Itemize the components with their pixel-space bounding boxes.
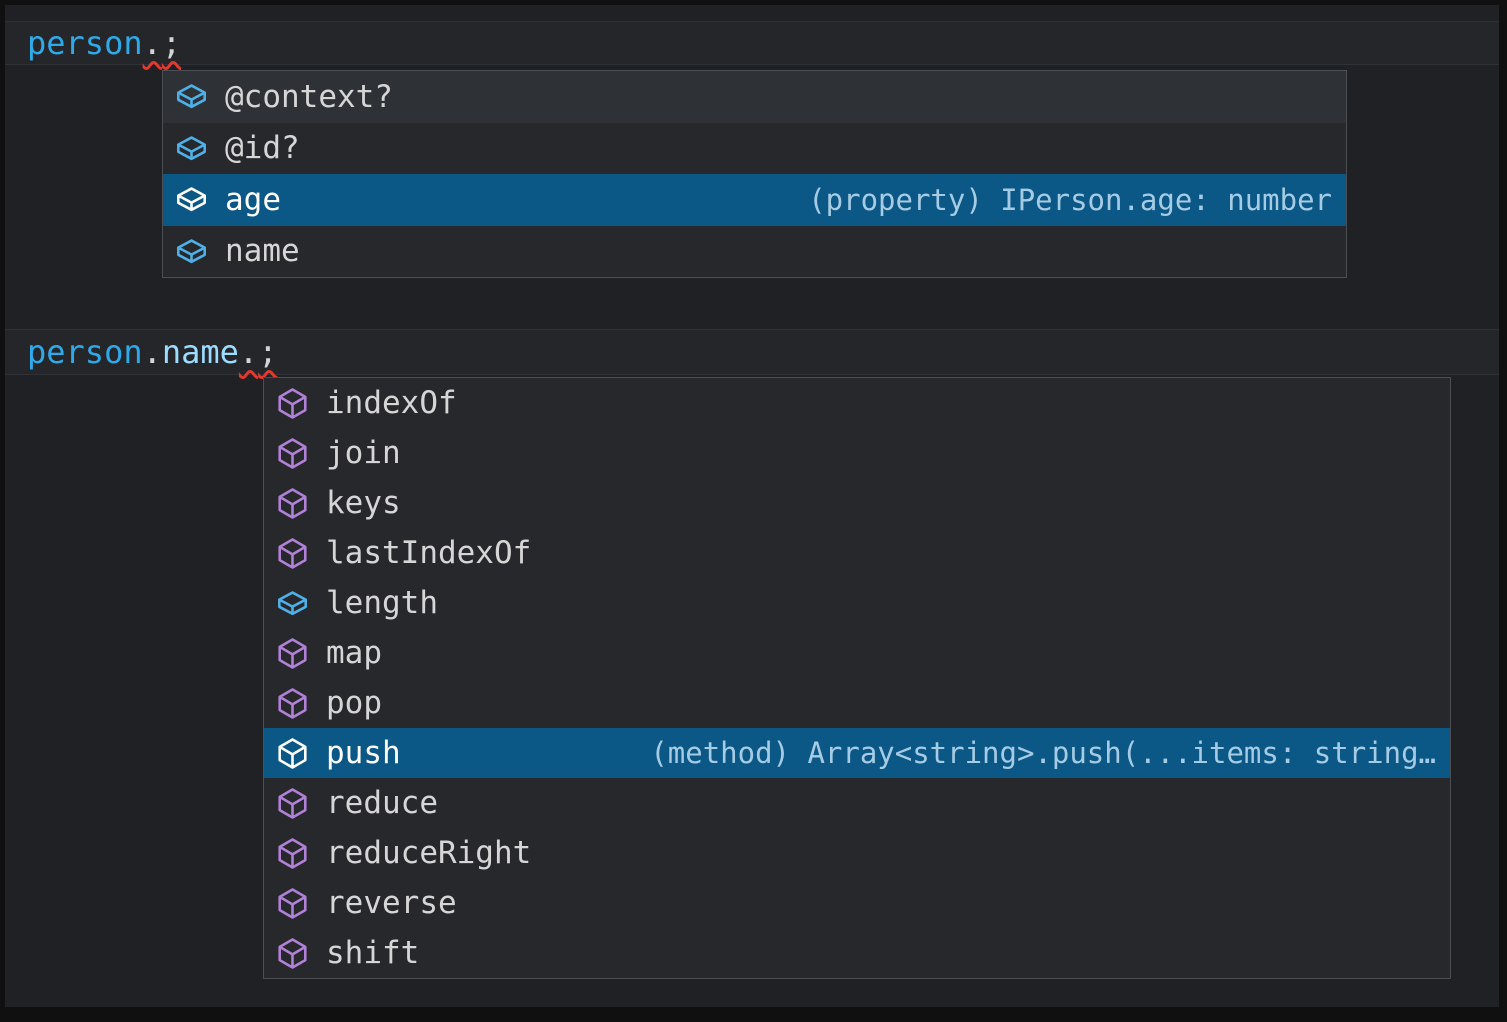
suggestion-label: @context? [225,79,393,115]
suggestion-item-reduceRight[interactable]: reduceRight [264,828,1450,878]
symbol-field-icon [175,183,208,216]
code-token-dot-error: . [143,24,162,62]
symbol-field-icon [276,587,309,620]
symbol-method-icon [276,537,309,570]
suggestion-detail: (method) Array<string>.push(...items: st… [620,736,1436,770]
suggestion-item-lastIndexOf[interactable]: lastIndexOf [264,528,1450,578]
suggestion-item-shift[interactable]: shift [264,928,1450,978]
suggestion-detail: (property) IPerson.age: number [778,183,1332,217]
code-token-dot-error: . [239,333,258,371]
suggestion-item-reverse[interactable]: reverse [264,878,1450,928]
code-line-1[interactable]: person.; [5,21,1499,65]
suggestion-label: indexOf [326,385,457,421]
symbol-method-icon [276,637,309,670]
suggestion-label: pop [326,685,382,721]
suggestion-item-push-selected[interactable]: push (method) Array<string>.push(...item… [264,728,1450,778]
suggestion-item-join[interactable]: join [264,428,1450,478]
code-token-variable: person [27,333,143,371]
symbol-method-icon [276,437,309,470]
symbol-method-icon [276,937,309,970]
suggestion-label: push [326,735,401,771]
symbol-method-icon [276,687,309,720]
suggestion-item-context[interactable]: @context? [163,71,1346,123]
suggestion-label: join [326,435,401,471]
code-editor: person.; @context? @id? age (property) I… [5,5,1499,1007]
symbol-field-icon [175,80,208,113]
suggestion-label: reduceRight [326,835,531,871]
suggestion-item-age-selected[interactable]: age (property) IPerson.age: number [163,174,1346,226]
suggestion-label: map [326,635,382,671]
editor-screenshot-frame: person.; @context? @id? age (property) I… [0,0,1507,1022]
suggestion-label: name [225,233,300,269]
suggestion-item-length[interactable]: length [264,578,1450,628]
symbol-method-icon [276,737,309,770]
symbol-method-icon [276,887,309,920]
symbol-method-icon [276,387,309,420]
suggestion-item-id[interactable]: @id? [163,123,1346,175]
suggestion-label: length [326,585,438,621]
suggestion-label: reduce [326,785,438,821]
symbol-method-icon [276,837,309,870]
symbol-method-icon [276,787,309,820]
suggestion-item-reduce[interactable]: reduce [264,778,1450,828]
code-token-variable: person [27,24,143,62]
code-line-2[interactable]: person.name.; [5,329,1499,375]
code-token-semicolon-error: ; [258,333,277,371]
suggestion-item-map[interactable]: map [264,628,1450,678]
suggestion-item-pop[interactable]: pop [264,678,1450,728]
suggestion-label: reverse [326,885,457,921]
symbol-method-icon [276,487,309,520]
intellisense-popup-properties: @context? @id? age (property) IPerson.ag… [162,70,1347,278]
suggestion-label: keys [326,485,401,521]
intellisense-popup-string-members: indexOf join keys lastIndexOf length map [263,377,1451,979]
code-token-property: name [162,333,239,371]
suggestion-label: lastIndexOf [326,535,531,571]
symbol-field-icon [175,132,208,165]
suggestion-label: @id? [225,130,300,166]
suggestion-label: shift [326,935,419,971]
suggestion-item-indexOf[interactable]: indexOf [264,378,1450,428]
code-token-semicolon-error: ; [162,24,181,62]
suggestion-item-name[interactable]: name [163,226,1346,278]
suggestion-item-keys[interactable]: keys [264,478,1450,528]
suggestion-label: age [225,182,281,218]
symbol-field-icon [175,235,208,268]
code-token-dot: . [143,333,162,371]
